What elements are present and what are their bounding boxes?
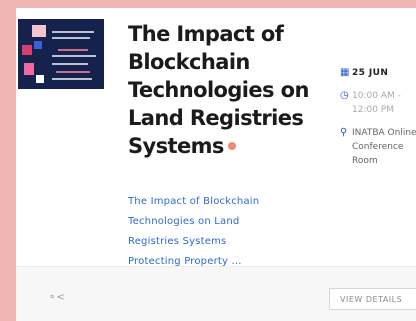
location-pin-icon: ⚲	[340, 127, 348, 138]
thumbnail-text-line	[52, 78, 92, 80]
card-footer: ⚬< VIEW DETAILS	[16, 267, 416, 321]
share-icon[interactable]: ⚬<	[48, 292, 65, 303]
event-time: 10:00 AM - 12:00 PM	[352, 91, 401, 115]
thumbnail-pixel	[36, 75, 44, 83]
meta-venue-row: ⚲ INATBA Online Conference Room	[340, 126, 416, 168]
thumbnail-text-line	[52, 31, 94, 33]
event-venue: INATBA Online Conference Room	[352, 128, 416, 166]
thumbnail-pixel	[24, 63, 34, 75]
thumbnail-text-line	[58, 49, 88, 51]
calendar-icon: ▦	[340, 67, 350, 78]
event-meta: ▦ 25 JUN ◷ 10:00 AM - 12:00 PM ⚲ INATBA …	[340, 66, 416, 177]
event-description-link[interactable]: The Impact of Blockchain Technologies on…	[128, 192, 278, 272]
event-date: 25 JUN	[352, 68, 389, 78]
event-title-text: The Impact of Blockchain Technologies on…	[128, 22, 309, 158]
thumbnail-text-line	[52, 37, 90, 39]
thumbnail-text-line	[52, 63, 88, 65]
event-card: The Impact of Blockchain Technologies on…	[16, 8, 416, 321]
thumbnail-pixel	[32, 25, 46, 37]
clock-icon: ◷	[340, 90, 349, 101]
event-thumbnail[interactable]	[18, 19, 104, 89]
thumbnail-pixel	[34, 41, 42, 49]
meta-time-row: ◷ 10:00 AM - 12:00 PM	[340, 89, 416, 117]
thumbnail-pixel	[22, 45, 32, 55]
meta-date-row: ▦ 25 JUN	[340, 66, 416, 80]
event-title[interactable]: The Impact of Blockchain Technologies on…	[128, 20, 318, 160]
thumbnail-text-line	[56, 71, 90, 73]
thumbnail-text-line	[52, 55, 96, 57]
status-dot	[227, 142, 236, 150]
view-details-button[interactable]: VIEW DETAILS	[329, 288, 416, 310]
